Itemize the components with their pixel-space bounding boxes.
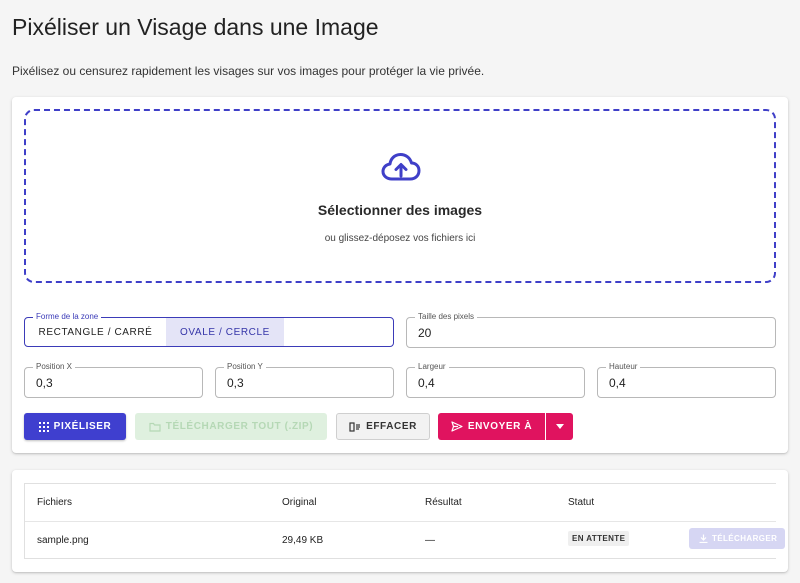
row-result: — <box>425 535 435 546</box>
send-to-label: ENVOYER À <box>467 421 533 432</box>
clear-list-icon <box>349 421 361 432</box>
status-badge: EN ATTENTE <box>568 531 630 546</box>
height-value[interactable]: 0,4 <box>609 368 626 397</box>
row-original-size: 29,49 KB <box>282 535 324 546</box>
width-value[interactable]: 0,4 <box>418 368 435 397</box>
clear-button[interactable]: EFFACER <box>336 413 430 440</box>
column-header-status: Statut <box>568 497 595 508</box>
row-download-label: TÉLÉCHARGER <box>712 534 778 543</box>
position-y-field[interactable]: Position Y 0,3 <box>215 362 394 398</box>
folder-icon <box>149 422 161 432</box>
row-file-name: sample.png <box>37 535 89 546</box>
column-header-result: Résultat <box>425 497 462 508</box>
position-x-value[interactable]: 0,3 <box>36 368 53 397</box>
pixel-grid-icon <box>38 421 49 432</box>
header-divider <box>25 521 776 522</box>
pixelize-label: PIXÉLISER <box>53 421 112 432</box>
column-header-files: Fichiers <box>37 497 73 508</box>
page-subtitle: Pixélisez ou censurez rapidement les vis… <box>12 64 485 78</box>
shape-toggle-group: Forme de la zone RECTANGLE / CARRÉ OVALE… <box>24 312 394 347</box>
download-all-label: TÉLÉCHARGER TOUT (.ZIP) <box>165 421 314 432</box>
shape-option-rectangle[interactable]: RECTANGLE / CARRÉ <box>25 318 166 346</box>
dropzone-title: Sélectionner des images <box>317 202 483 218</box>
download-all-button[interactable]: TÉLÉCHARGER TOUT (.ZIP) <box>135 413 327 440</box>
pixelize-button[interactable]: PIXÉLISER <box>24 413 126 440</box>
send-to-button[interactable]: ENVOYER À <box>438 413 545 440</box>
send-icon <box>451 421 463 432</box>
caret-down-icon <box>555 424 564 429</box>
pixel-size-value[interactable]: 20 <box>418 318 431 347</box>
position-y-value[interactable]: 0,3 <box>227 368 244 397</box>
column-header-original: Original <box>282 497 317 508</box>
height-field[interactable]: Hauteur 0,4 <box>597 362 776 398</box>
files-table: Fichiers Original Résultat Statut sample… <box>24 483 785 559</box>
send-to-dropdown-button[interactable] <box>546 413 573 440</box>
pixel-size-field[interactable]: Taille des pixels 20 <box>406 312 776 348</box>
dropzone-subtitle: ou glissez-déposez vos fichiers ici <box>324 233 476 244</box>
page-title: Pixéliser un Visage dans une Image <box>12 14 379 40</box>
cloud-upload-icon <box>381 153 421 181</box>
width-field[interactable]: Largeur 0,4 <box>406 362 585 398</box>
clear-label: EFFACER <box>366 421 417 432</box>
position-x-field[interactable]: Position X 0,3 <box>24 362 203 398</box>
row-download-button[interactable]: TÉLÉCHARGER <box>689 528 785 549</box>
download-icon <box>699 534 708 543</box>
files-card: Fichiers Original Résultat Statut sample… <box>12 470 788 572</box>
shape-option-oval[interactable]: OVALE / CERCLE <box>166 318 284 346</box>
upload-dropzone[interactable]: Sélectionner des images ou glissez-dépos… <box>24 109 776 283</box>
settings-card: Sélectionner des images ou glissez-dépos… <box>12 97 788 453</box>
